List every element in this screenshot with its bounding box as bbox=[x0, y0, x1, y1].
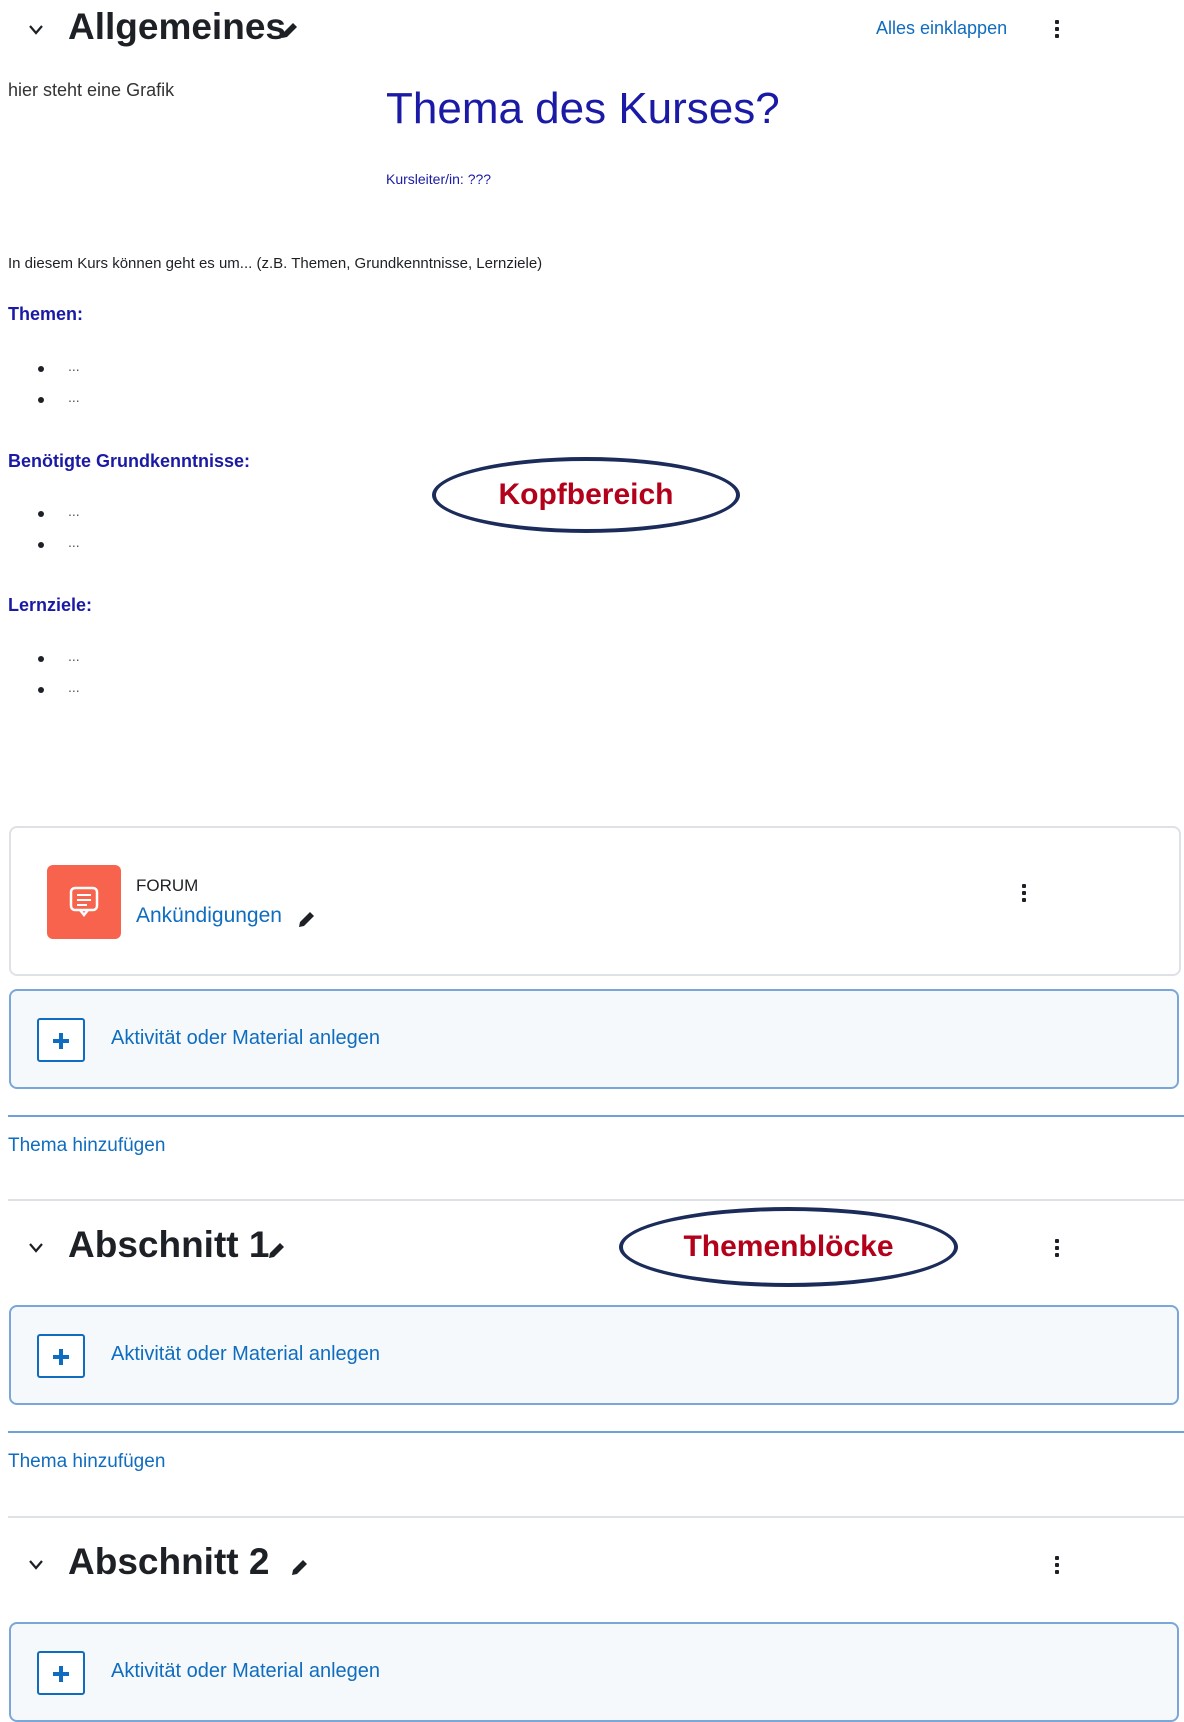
callout-header-area: Kopfbereich bbox=[432, 457, 740, 533]
divider bbox=[8, 1199, 1184, 1201]
plus-icon bbox=[37, 1651, 85, 1695]
forum-icon bbox=[47, 865, 121, 939]
bullet bbox=[38, 366, 44, 372]
more-options-icon[interactable] bbox=[1053, 1556, 1061, 1578]
add-activity-button[interactable]: Aktivität oder Material anlegen bbox=[9, 989, 1179, 1089]
learning-goals-heading: Lernziele: bbox=[8, 595, 93, 615]
instructor-text: Kursleiter/in: ??? bbox=[386, 171, 492, 187]
topics-heading: Themen: bbox=[8, 304, 84, 324]
graphic-placeholder-text: hier steht eine Grafik bbox=[8, 80, 175, 100]
more-options-icon[interactable] bbox=[1053, 1239, 1061, 1261]
prerequisites-heading: Benötigte Grundkenntnisse: bbox=[8, 451, 251, 471]
add-topic-link[interactable]: Thema hinzufügen bbox=[8, 1451, 165, 1473]
add-topic-link[interactable]: Thema hinzufügen bbox=[8, 1135, 165, 1157]
add-activity-label: Aktivität oder Material anlegen bbox=[111, 1027, 381, 1049]
activity-type-label: FORUM bbox=[136, 876, 199, 895]
chevron-down-icon[interactable] bbox=[28, 1557, 44, 1573]
plus-icon bbox=[37, 1018, 85, 1062]
chevron-down-icon[interactable] bbox=[28, 1240, 44, 1256]
section-header-general: Allgemeines Alles einklappen bbox=[0, 0, 1184, 60]
section-header-1: Abschnitt 1 bbox=[0, 1220, 1184, 1280]
section-title-2[interactable]: Abschnitt 2 bbox=[68, 1541, 269, 1583]
bullet bbox=[38, 542, 44, 548]
add-activity-button[interactable]: Aktivität oder Material anlegen bbox=[9, 1622, 1179, 1722]
callout-topic-blocks: Themenblöcke bbox=[619, 1207, 958, 1287]
bullet bbox=[38, 656, 44, 662]
collapse-all-link[interactable]: Alles einklappen bbox=[876, 18, 1007, 39]
more-options-icon[interactable] bbox=[1020, 884, 1028, 906]
speech-bubble-icon bbox=[69, 886, 99, 918]
forum-link[interactable]: Ankündigungen bbox=[136, 904, 282, 928]
add-activity-button[interactable]: Aktivität oder Material anlegen bbox=[9, 1305, 1179, 1405]
add-activity-label: Aktivität oder Material anlegen bbox=[111, 1660, 381, 1682]
pencil-icon[interactable] bbox=[288, 1557, 310, 1579]
divider bbox=[8, 1115, 1184, 1117]
section-title-general[interactable]: Allgemeines bbox=[68, 6, 286, 48]
chevron-down-icon[interactable] bbox=[28, 22, 44, 38]
bullet bbox=[38, 511, 44, 517]
divider bbox=[8, 1516, 1184, 1518]
add-activity-label: Aktivität oder Material anlegen bbox=[111, 1343, 381, 1365]
pencil-icon[interactable] bbox=[296, 908, 318, 930]
section-title-1[interactable]: Abschnitt 1 bbox=[68, 1224, 269, 1266]
list-item: ... bbox=[68, 389, 80, 405]
bullet bbox=[38, 397, 44, 403]
bullet bbox=[38, 687, 44, 693]
list-item: ... bbox=[68, 534, 80, 550]
list-item: ... bbox=[68, 679, 80, 695]
section-header-2: Abschnitt 2 bbox=[0, 1537, 1184, 1597]
course-title: Thema des Kurses? bbox=[386, 84, 780, 133]
pencil-icon[interactable] bbox=[278, 20, 300, 42]
more-options-icon[interactable] bbox=[1053, 20, 1061, 42]
forum-activity-card: FORUM Ankündigungen bbox=[9, 826, 1181, 976]
intro-text: In diesem Kurs können geht es um... (z.B… bbox=[8, 255, 543, 272]
list-item: ... bbox=[68, 503, 80, 519]
plus-icon bbox=[37, 1334, 85, 1378]
divider bbox=[8, 1431, 1184, 1433]
list-item: ... bbox=[68, 648, 80, 664]
pencil-icon[interactable] bbox=[265, 1240, 287, 1262]
list-item: ... bbox=[68, 358, 80, 374]
